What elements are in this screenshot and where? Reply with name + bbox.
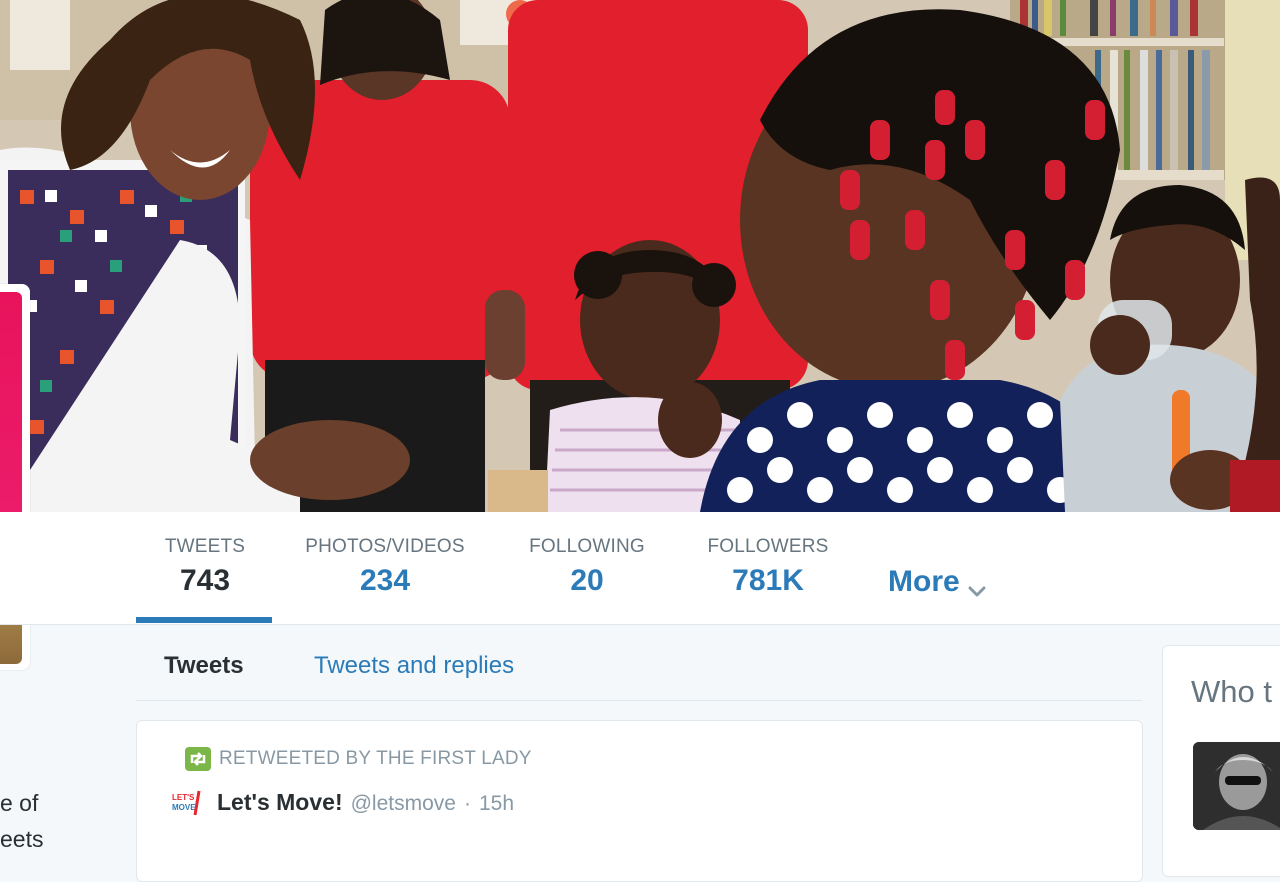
chevron-down-icon xyxy=(968,574,986,597)
stat-tweets-label: TWEETS xyxy=(164,536,246,557)
retweet-label: RETWEETED BY THE FIRST LADY xyxy=(219,748,532,769)
stat-following-label: FOLLOWING xyxy=(529,536,645,557)
stat-photos-label: PHOTOS/VIDEOS xyxy=(305,536,465,557)
active-tab-underline xyxy=(136,617,272,623)
suggested-user-avatar[interactable] xyxy=(1193,742,1280,830)
stat-tweets[interactable]: TWEETS 743 xyxy=(146,536,264,598)
tweet-separator: · xyxy=(463,792,471,815)
stat-following[interactable]: FOLLOWING 20 xyxy=(520,536,654,598)
tab-tweets[interactable]: Tweets xyxy=(164,652,244,680)
tweet-author-line: LET'S MOVE Let's Move! @letsmove · 15h xyxy=(171,789,514,817)
tweet-card[interactable]: RETWEETED BY THE FIRST LADY LET'S MOVE L… xyxy=(136,720,1143,882)
stat-followers[interactable]: FOLLOWERS 781K xyxy=(700,536,836,598)
stat-followers-label: FOLLOWERS xyxy=(707,536,829,557)
tweet-author-handle[interactable]: @letsmove xyxy=(351,792,456,816)
more-dropdown[interactable]: More xyxy=(888,565,986,599)
retweet-icon xyxy=(185,747,211,771)
stat-photos-videos[interactable]: PHOTOS/VIDEOS 234 xyxy=(298,536,472,598)
letsmove-logo[interactable]: LET'S MOVE xyxy=(171,789,209,817)
more-label: More xyxy=(888,565,960,598)
stat-photos-value: 234 xyxy=(359,564,411,597)
bio-fragment: e of eets xyxy=(0,785,60,857)
svg-text:LET'S: LET'S xyxy=(172,793,195,802)
header-photo xyxy=(0,0,1280,512)
bio-line-2: eets xyxy=(0,826,44,852)
stat-following-value: 20 xyxy=(570,564,604,597)
tweet-author-name[interactable]: Let's Move! xyxy=(217,789,343,816)
who-to-follow-title: Who t xyxy=(1191,674,1272,709)
stat-followers-value: 781K xyxy=(732,564,804,597)
retweet-context: RETWEETED BY THE FIRST LADY xyxy=(185,747,532,771)
tab-tweets-and-replies[interactable]: Tweets and replies xyxy=(314,652,514,680)
who-to-follow-card: Who t xyxy=(1162,645,1280,877)
stat-tweets-value: 743 xyxy=(179,564,231,597)
profile-nav-bar: TWEETS 743 PHOTOS/VIDEOS 234 FOLLOWING 2… xyxy=(0,512,1280,625)
tweet-timestamp[interactable]: 15h xyxy=(479,792,514,816)
timeline-tabs: Tweets Tweets and replies xyxy=(136,630,1142,701)
bio-line-1: e of xyxy=(0,790,39,816)
svg-text:MOVE: MOVE xyxy=(172,803,196,812)
